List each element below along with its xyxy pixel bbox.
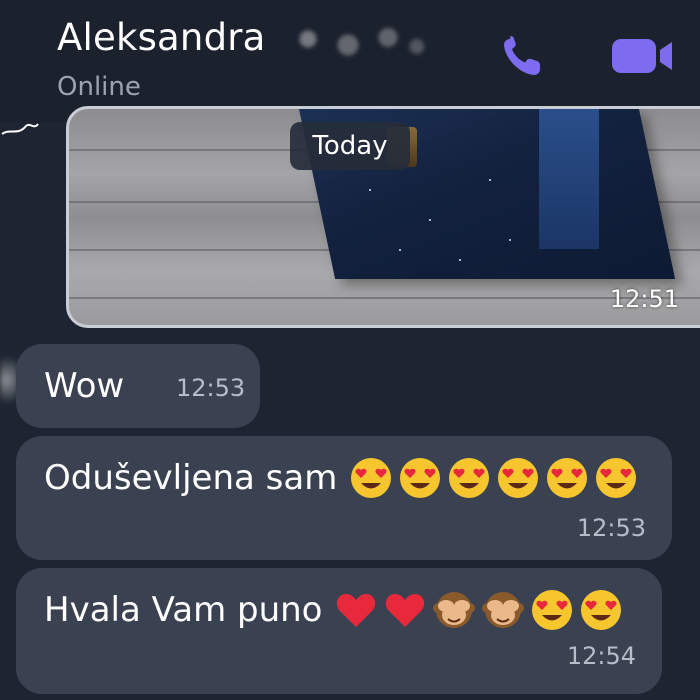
heart-eyes-emoji	[449, 458, 490, 498]
message-line: Oduševljena sam	[44, 454, 643, 502]
message-bubble[interactable]: Hvala Vam puno 12:54	[16, 568, 662, 694]
message-text: Hvala Vam puno	[44, 590, 323, 630]
red-heart-emoji	[386, 594, 425, 627]
scribble-decoration	[1, 123, 39, 135]
message-time: 12:53	[176, 374, 246, 402]
sparkle	[429, 219, 431, 221]
contact-name[interactable]: Aleksandra	[57, 14, 266, 62]
heart-eyes-emoji	[547, 458, 588, 498]
heart-eyes-emoji	[596, 458, 637, 498]
red-heart-emoji	[337, 594, 376, 627]
sparkle	[509, 239, 511, 241]
sparkle	[369, 189, 371, 191]
video-camera-icon	[612, 39, 672, 73]
sparkle	[489, 179, 491, 181]
heart-eyes-emoji	[532, 590, 573, 630]
heart-eyes-emoji	[581, 590, 622, 630]
message-bubble[interactable]: Oduševljena sam 12:53	[16, 436, 672, 560]
contact-name-area[interactable]: Aleksandra	[57, 14, 436, 62]
message-text: Oduševljena sam	[44, 458, 338, 498]
blue-box-side	[539, 109, 599, 249]
heart-eyes-emoji	[351, 458, 392, 498]
heart-eyes-emoji	[400, 458, 441, 498]
chat-screen: Aleksandra Online 12:51 Today Wow 12:53 …	[0, 0, 700, 700]
message-bubble[interactable]: Wow 12:53	[16, 344, 260, 428]
chat-header: Aleksandra Online	[0, 0, 700, 122]
see-no-evil-monkey-emoji	[433, 592, 476, 628]
photo-message-time: 12:51	[609, 285, 679, 313]
message-time: 12:53	[576, 514, 646, 542]
see-no-evil-monkey-emoji	[482, 592, 525, 628]
voice-call-button[interactable]	[500, 33, 546, 79]
message-line: Hvala Vam puno	[44, 586, 628, 634]
heart-eyes-emoji	[498, 458, 539, 498]
video-call-button[interactable]	[610, 33, 676, 79]
message-text: Wow	[44, 366, 125, 406]
contact-status: Online	[57, 72, 141, 102]
phone-icon	[504, 36, 540, 75]
redacted-surname-blur	[275, 27, 436, 57]
sparkle	[459, 259, 461, 261]
message-time: 12:54	[566, 642, 636, 670]
wood-grain-line	[69, 297, 700, 299]
date-separator: Today	[290, 122, 410, 170]
sparkle	[399, 249, 401, 251]
